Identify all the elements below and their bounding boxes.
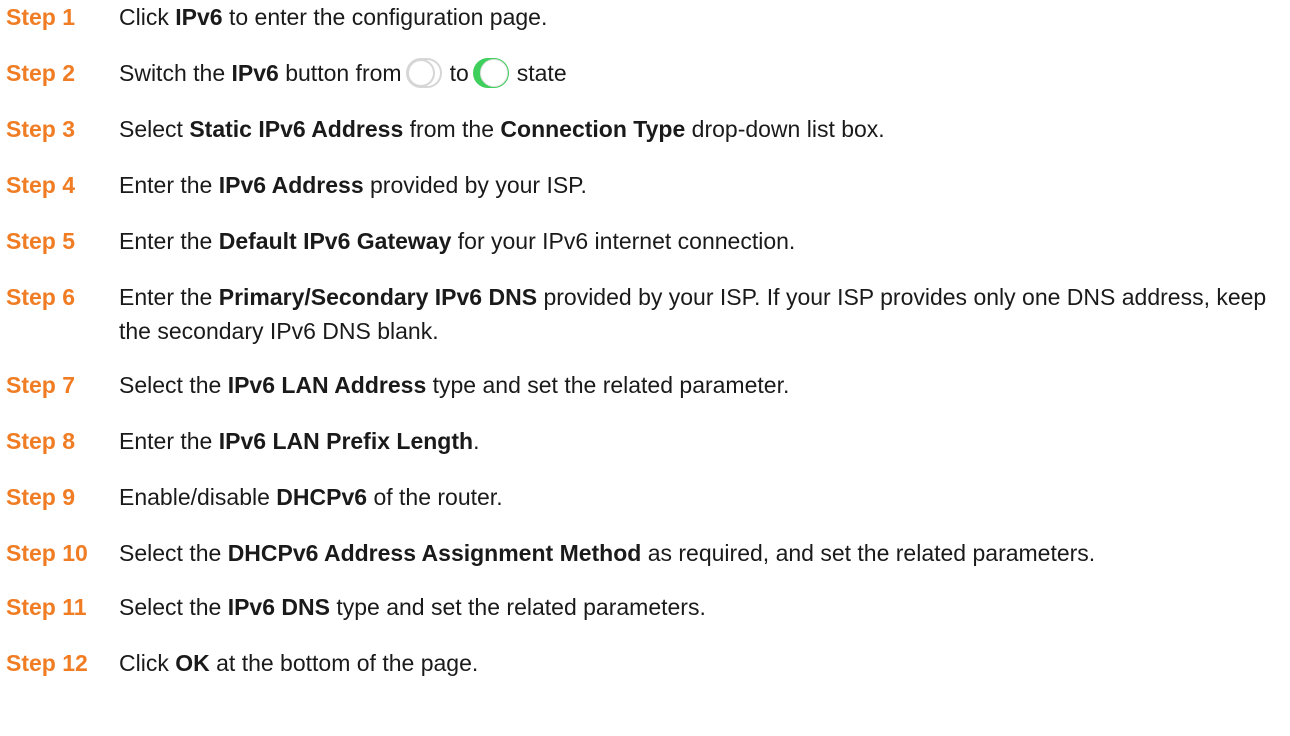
step-label: Step 8: [6, 428, 76, 454]
text-run: button from: [278, 60, 402, 86]
step-text: Enter the IPv6 LAN Prefix Length.: [119, 424, 1284, 458]
toggle-off-icon: [405, 58, 442, 88]
step-label: Step 7: [6, 372, 76, 398]
bold-term: IPv6 DNS: [227, 594, 330, 620]
step-label: Step 5: [6, 228, 76, 254]
step-text: Enter the IPv6 Address provided by your …: [119, 168, 1284, 202]
text-run: to enter the configuration page.: [222, 4, 548, 30]
bold-term: DHCPv6 Address Assignment Method: [227, 540, 642, 566]
step-text: Enter the Default IPv6 Gateway for your …: [119, 224, 1284, 258]
step-3: Step 3 Select Static IPv6 Address from t…: [6, 112, 1284, 146]
step-9: Step 9 Enable/disable DHCPv6 of the rout…: [6, 480, 1284, 514]
bold-term: IPv6 Address: [218, 172, 364, 198]
step-12: Step 12 Click OK at the bottom of the pa…: [6, 646, 1284, 680]
bold-term: Default IPv6 Gateway: [218, 228, 452, 254]
text-run: to: [449, 60, 469, 86]
text-run: from the: [403, 116, 501, 142]
step-text: Click OK at the bottom of the page.: [119, 646, 1284, 680]
bold-term: Primary/Secondary IPv6 DNS: [218, 284, 538, 310]
text-run: Click: [119, 650, 176, 676]
step-text: Switch the IPv6 button from to state: [119, 56, 1284, 90]
text-run: Enter the: [119, 228, 219, 254]
toggle-on-icon: [472, 58, 509, 88]
bold-term: IPv6 LAN Prefix Length: [218, 428, 474, 454]
text-run: type and set the related parameter.: [426, 372, 790, 398]
step-6: Step 6 Enter the Primary/Secondary IPv6 …: [6, 280, 1284, 348]
step-list: Step 1 Click IPv6 to enter the configura…: [6, 0, 1284, 702]
step-text: Enable/disable DHCPv6 of the router.: [119, 480, 1284, 514]
bold-term: OK: [175, 650, 210, 676]
step-text: Select the DHCPv6 Address Assignment Met…: [119, 536, 1284, 570]
step-text: Select the IPv6 DNS type and set the rel…: [119, 590, 1284, 624]
step-4: Step 4 Enter the IPv6 Address provided b…: [6, 168, 1284, 202]
text-run: as required, and set the related paramet…: [641, 540, 1096, 566]
step-label: Step 1: [6, 4, 76, 30]
toggle-knob: [479, 59, 508, 87]
text-run: provided by your ISP.: [363, 172, 587, 198]
text-run: Enable/disable: [119, 484, 277, 510]
step-label: Step 6: [6, 284, 76, 310]
step-label: Step 2: [6, 60, 76, 86]
step-2: Step 2 Switch the IPv6 button from to stat…: [6, 56, 1284, 90]
bold-term: Connection Type: [500, 116, 686, 142]
text-run: Select the: [119, 540, 228, 566]
step-label: Step 10: [6, 540, 88, 566]
text-run: at the bottom of the page.: [209, 650, 479, 676]
text-run: Enter the: [119, 428, 219, 454]
step-8: Step 8 Enter the IPv6 LAN Prefix Length.: [6, 424, 1284, 458]
step-11: Step 11 Select the IPv6 DNS type and set…: [6, 590, 1284, 624]
toggle-knob: [406, 59, 435, 87]
text-run: Select the: [119, 594, 228, 620]
text-run: of the router.: [367, 484, 503, 510]
text-run: for your IPv6 internet connection.: [451, 228, 796, 254]
step-label: Step 4: [6, 172, 76, 198]
step-7: Step 7 Select the IPv6 LAN Address type …: [6, 368, 1284, 402]
step-text: Enter the Primary/Secondary IPv6 DNS pro…: [119, 280, 1284, 348]
step-text: Click IPv6 to enter the configuration pa…: [119, 0, 1284, 34]
step-text: Select the IPv6 LAN Address type and set…: [119, 368, 1284, 402]
step-1: Step 1 Click IPv6 to enter the configura…: [6, 0, 1284, 34]
text-run: .: [473, 428, 480, 454]
step-label: Step 9: [6, 484, 76, 510]
text-run: Enter the: [119, 284, 219, 310]
step-label: Step 3: [6, 116, 76, 142]
step-label: Step 11: [6, 594, 87, 620]
text-run: drop-down list box.: [685, 116, 885, 142]
text-run: state: [516, 60, 567, 86]
text-run: Select: [119, 116, 190, 142]
bold-term: IPv6 LAN Address: [227, 372, 427, 398]
text-run: Click: [119, 4, 176, 30]
step-5: Step 5 Enter the Default IPv6 Gateway fo…: [6, 224, 1284, 258]
step-10: Step 10 Select the DHCPv6 Address Assign…: [6, 536, 1284, 570]
step-text: Select Static IPv6 Address from the Conn…: [119, 112, 1284, 146]
text-run: Enter the: [119, 172, 219, 198]
bold-term: IPv6: [175, 4, 223, 30]
bold-term: Static IPv6 Address: [189, 116, 404, 142]
text-run: type and set the related parameters.: [329, 594, 706, 620]
bold-term: DHCPv6: [276, 484, 368, 510]
text-run: Switch the: [119, 60, 232, 86]
step-label: Step 12: [6, 650, 88, 676]
bold-term: IPv6: [231, 60, 279, 86]
text-run: Select the: [119, 372, 228, 398]
